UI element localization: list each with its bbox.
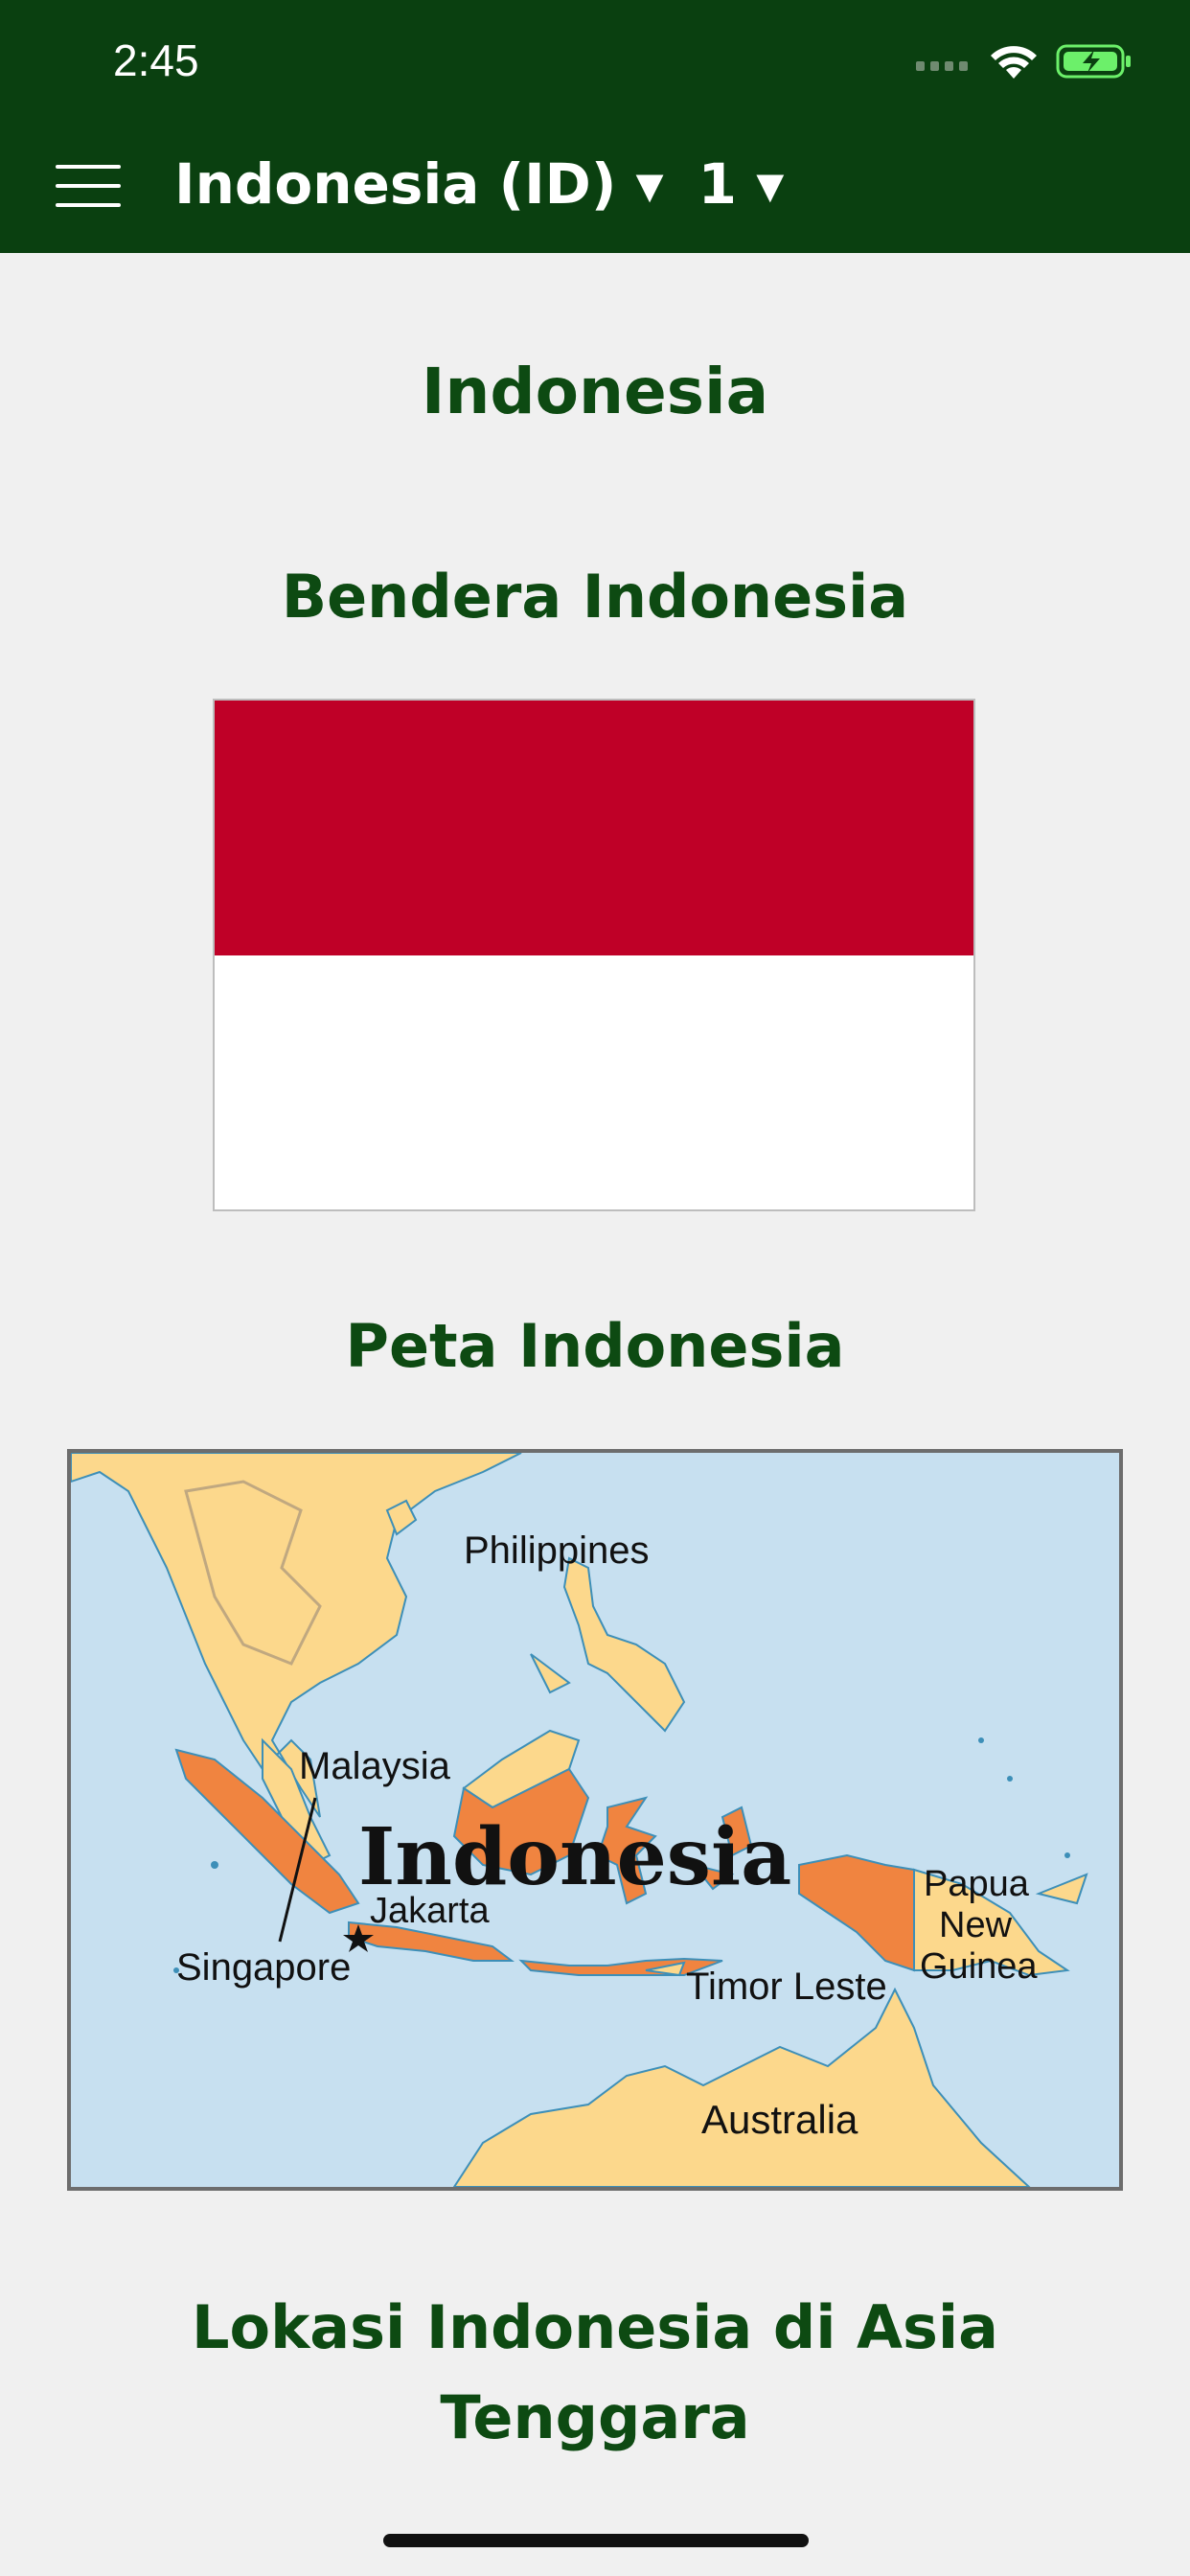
country-selector[interactable]: Indonesia (ID) ▾ — [174, 151, 664, 217]
status-time: 2:45 — [113, 35, 199, 85]
australia-land — [452, 1987, 1031, 2187]
indonesia-map-image: Philippines Malaysia Indonesia Jakarta S… — [67, 1449, 1123, 2191]
map-label-philippines: Philippines — [464, 1530, 649, 1572]
papua-indonesia-land — [798, 1853, 915, 1972]
home-indicator[interactable] — [383, 2534, 809, 2547]
wifi-icon — [991, 46, 1037, 79]
map-label-new: New — [939, 1905, 1013, 1945]
map-label-singapore: Singapore — [176, 1946, 351, 1989]
app-bar: 2:45 Indonesia (ID) ▾ 1 ▾ — [0, 0, 1190, 253]
page-selector[interactable]: 1 ▾ — [698, 151, 785, 217]
map-label-jakarta: Jakarta — [370, 1891, 490, 1931]
menu-icon[interactable] — [56, 165, 121, 209]
map-label-timor-leste: Timor Leste — [686, 1966, 887, 2008]
indonesia-flag-image — [213, 699, 975, 1211]
map-label-malaysia: Malaysia — [299, 1745, 451, 1787]
flag-red-stripe — [215, 701, 973, 955]
flag-section-title: Bendera Indonesia — [281, 562, 909, 632]
header-selectors: Indonesia (ID) ▾ 1 ▾ — [174, 151, 784, 217]
battery-charging-icon — [1056, 44, 1131, 79]
map-label-guinea: Guinea — [920, 1946, 1038, 1987]
philippines-land — [562, 1556, 686, 1733]
map-drawing: Philippines Malaysia Indonesia Jakarta S… — [71, 1453, 1088, 2187]
status-icons — [916, 42, 1133, 80]
map-section-title: Peta Indonesia — [345, 1311, 845, 1381]
map-label-papua: Papua — [924, 1864, 1030, 1904]
location-section-title: Lokasi Indonesia di Asia Tenggara — [191, 2292, 999, 2452]
page-title: Indonesia — [421, 355, 769, 428]
map-label-indonesia: Indonesia — [358, 1811, 791, 1903]
map-label-australia: Australia — [701, 2097, 858, 2142]
cellular-signal-icon — [916, 61, 968, 71]
